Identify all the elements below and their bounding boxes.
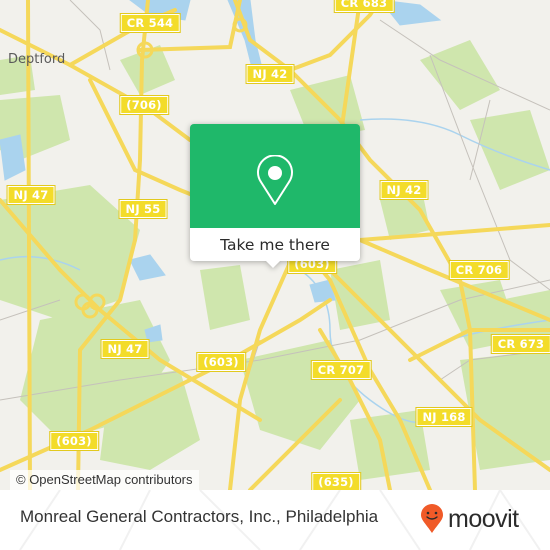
road-label-nj-55: NJ 55 [118, 199, 168, 219]
road-label-603-west: (603) [49, 431, 99, 451]
map-attribution[interactable]: © OpenStreetMap contributors [10, 470, 199, 490]
town-deptford: Deptford [8, 52, 66, 67]
location-popup[interactable]: Take me there [190, 124, 360, 268]
moovit-wordmark: moovit [448, 504, 519, 533]
map[interactable]: Deptford CR 544 CR 683 NJ 42 (706) NJ 47… [0, 0, 550, 490]
take-me-there-button[interactable]: Take me there [190, 228, 360, 261]
road-label-nj-47-south: NJ 47 [100, 339, 150, 359]
road-label-nj-47-north: NJ 47 [6, 185, 56, 205]
place-title: Monreal General Contractors, Inc., Phila… [20, 507, 379, 526]
road-label-nj-42-north: NJ 42 [245, 64, 295, 84]
road-label-cr-707: CR 707 [310, 360, 372, 380]
moovit-pin-smile-icon [421, 504, 443, 533]
road-label-cr-706: CR 706 [448, 260, 510, 280]
road-label-cr-683: CR 683 [333, 0, 395, 13]
road-label-706: (706) [119, 95, 169, 115]
road-label-nj-168: NJ 168 [415, 407, 473, 427]
map-pin-icon [257, 155, 293, 205]
moovit-logo[interactable]: moovit [420, 504, 519, 534]
road-label-cr-673: CR 673 [490, 334, 550, 354]
road-label-nj-42-south: NJ 42 [379, 180, 429, 200]
popup-header[interactable] [190, 124, 360, 228]
footer: Monreal General Contractors, Inc., Phila… [0, 490, 550, 550]
road-label-cr-544: CR 544 [119, 13, 181, 33]
road-label-603-mid: (603) [196, 352, 246, 372]
moovit-map-card: Deptford CR 544 CR 683 NJ 42 (706) NJ 47… [0, 0, 550, 550]
popup-pointer [265, 260, 281, 268]
road-label-635: (635) [311, 472, 361, 490]
